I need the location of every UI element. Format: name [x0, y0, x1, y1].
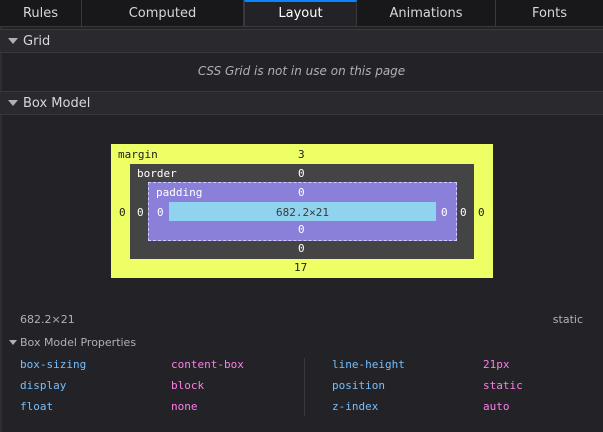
padding-bottom-value[interactable]: 0 [298, 223, 305, 236]
grid-section-title: Grid [23, 33, 51, 49]
margin-top-value[interactable]: 3 [298, 148, 305, 161]
property-name: display [20, 379, 67, 392]
collapse-triangle-icon [8, 100, 18, 106]
tab-animations[interactable]: Animations [357, 0, 496, 26]
box-model-section-title: Box Model [23, 95, 91, 111]
panel-edge [0, 26, 2, 432]
property-value: static [483, 379, 523, 392]
border-right-value[interactable]: 0 [460, 206, 467, 219]
box-model-section-header[interactable]: Box Model [0, 91, 603, 115]
border-left-value[interactable]: 0 [137, 206, 144, 219]
border-label: border [137, 167, 177, 180]
property-name: position [332, 379, 385, 392]
margin-label: margin [118, 148, 158, 161]
property-name: z-index [332, 400, 379, 413]
tab-fonts[interactable]: Fonts [496, 0, 603, 26]
margin-left-value[interactable]: 0 [119, 206, 126, 219]
tab-rules[interactable]: Rules [0, 0, 82, 26]
margin-right-value[interactable]: 0 [478, 206, 485, 219]
tab-layout[interactable]: Layout [244, 0, 357, 26]
property-name: box-sizing [20, 358, 87, 371]
element-dimensions: 682.2×21 [20, 313, 75, 326]
property-value: block [171, 379, 205, 392]
padding-left-value[interactable]: 0 [157, 206, 164, 219]
box-model-properties-title: Box Model Properties [20, 335, 137, 349]
grid-section-header[interactable]: Grid [0, 29, 603, 53]
property-value: content-box [171, 358, 244, 371]
padding-label: padding [156, 186, 203, 199]
property-value: auto [483, 400, 510, 413]
border-top-value[interactable]: 0 [298, 167, 305, 180]
collapse-triangle-icon [9, 339, 17, 345]
padding-right-value[interactable]: 0 [441, 206, 448, 219]
collapse-triangle-icon [8, 38, 18, 44]
box-model-properties-header[interactable]: Box Model Properties [0, 333, 603, 351]
margin-bottom-value[interactable]: 17 [294, 261, 307, 274]
property-value: 21px [483, 358, 510, 371]
property-value: none [171, 400, 198, 413]
tab-computed[interactable]: Computed [82, 0, 244, 26]
tab-bar: Rules Computed Layout Animations Fonts [0, 0, 603, 27]
property-name: line-height [332, 358, 405, 371]
element-position: static [552, 313, 583, 326]
property-name: float [20, 400, 54, 413]
grid-empty-message: CSS Grid is not in use on this page [197, 64, 406, 78]
content-size-value[interactable]: 682.2×21 [169, 206, 436, 219]
border-bottom-value[interactable]: 0 [298, 242, 305, 255]
padding-top-value[interactable]: 0 [298, 186, 305, 199]
properties-divider [304, 358, 305, 416]
